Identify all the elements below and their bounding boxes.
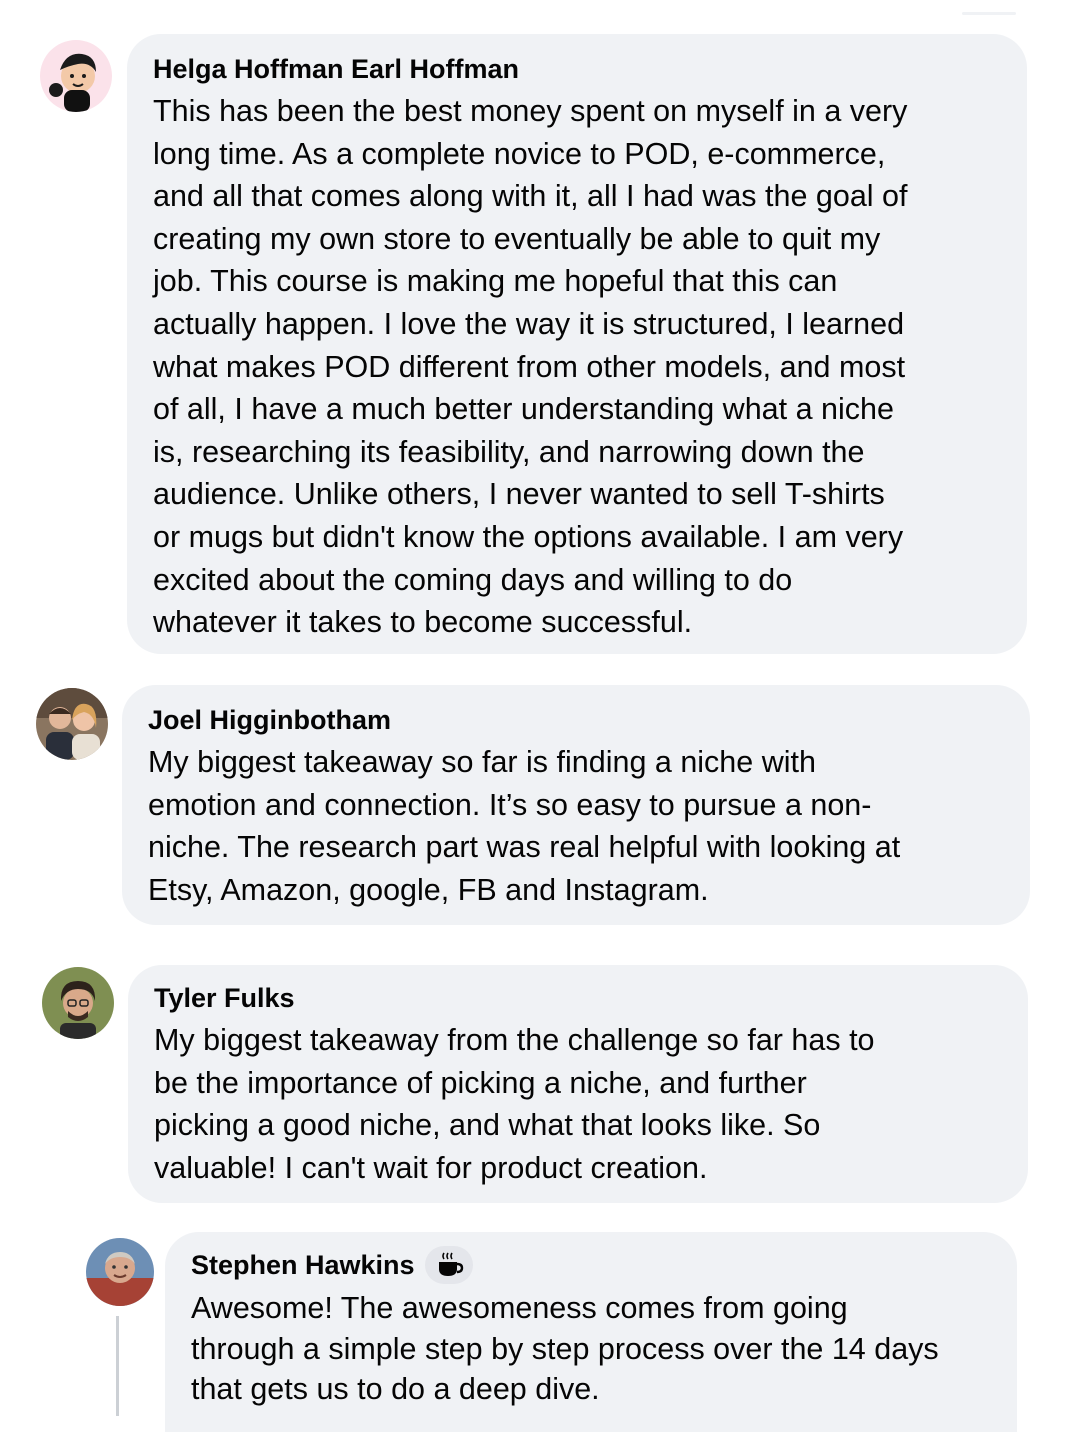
comment-text: Awesome! The awesomeness comes from goin… — [191, 1291, 939, 1406]
comment-bubble[interactable]: Helga Hoffman Earl Hoffman This has been… — [127, 34, 1027, 654]
reply-thread-line — [116, 1316, 119, 1416]
avatar[interactable] — [42, 967, 114, 1039]
avatar[interactable] — [36, 688, 108, 760]
comment-author-name[interactable]: Stephen Hawkins — [191, 1248, 415, 1282]
avatar[interactable] — [86, 1238, 154, 1306]
comment-text: This has been the best money spent on my… — [153, 94, 908, 640]
man-photo-avatar-icon — [42, 967, 114, 1039]
comment-author[interactable]: Tyler Fulks — [154, 981, 1002, 1015]
coffee-cup-glyph — [438, 1252, 463, 1276]
memoji-avatar-icon — [40, 40, 112, 112]
comment-text: My biggest takeaway so far is finding a … — [148, 745, 901, 907]
comment-author[interactable]: Stephen Hawkins — [191, 1246, 991, 1284]
comment-author[interactable]: Joel Higginbotham — [148, 703, 1004, 737]
avatar[interactable] — [40, 40, 112, 112]
comment-text: My biggest takeaway from the challenge s… — [154, 1023, 875, 1185]
comment-bubble[interactable]: Stephen Hawkins Awesome! The awesomeness… — [165, 1232, 1017, 1432]
comment-author[interactable]: Helga Hoffman Earl Hoffman — [153, 52, 1001, 86]
coffee-cup-icon[interactable] — [424, 1246, 473, 1284]
comment-bubble[interactable]: Tyler Fulks My biggest takeaway from the… — [128, 965, 1028, 1203]
man-photo-avatar-icon — [86, 1238, 154, 1306]
couple-photo-avatar-icon — [36, 688, 108, 760]
previous-comment-edge — [962, 12, 1016, 15]
comment-bubble[interactable]: Joel Higginbotham My biggest takeaway so… — [122, 685, 1030, 925]
